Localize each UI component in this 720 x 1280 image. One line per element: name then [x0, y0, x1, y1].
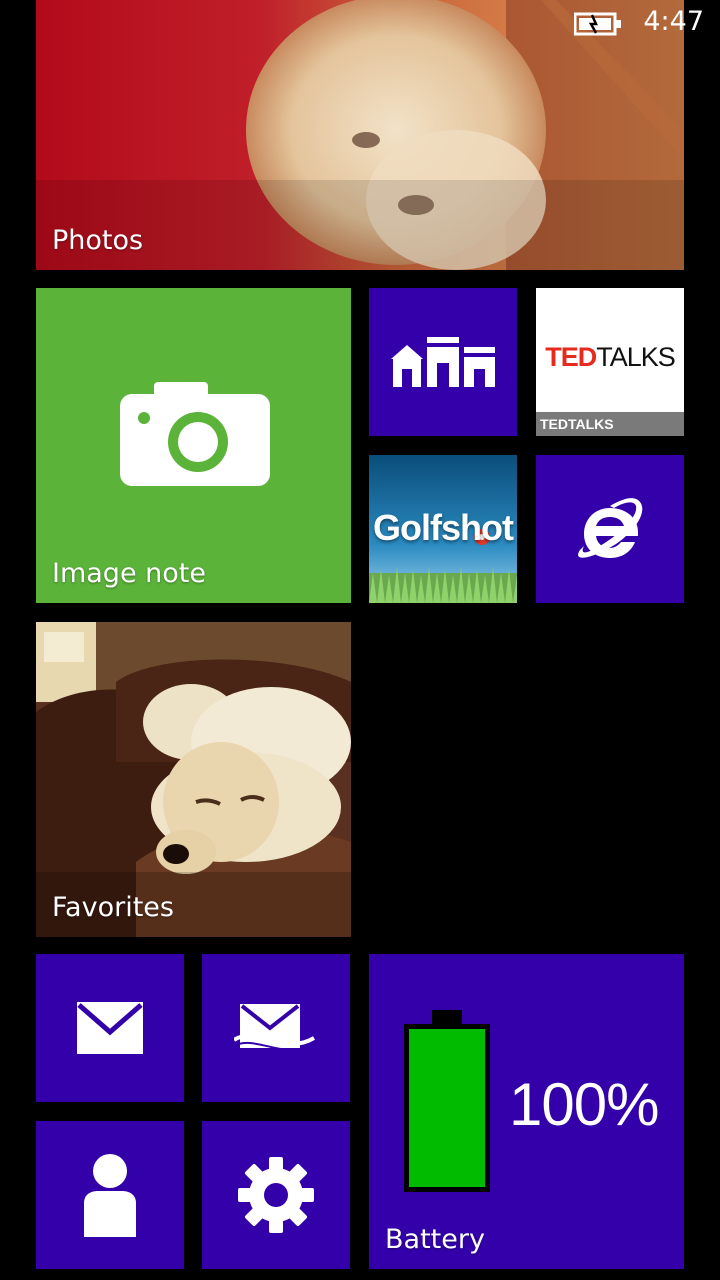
internet-explorer-tile[interactable] — [536, 455, 684, 603]
battery-percent: 100% — [509, 1071, 659, 1138]
golfshot-tile[interactable]: Golfshot — [369, 455, 517, 603]
tedtalks-logo: TEDTALKS — [545, 342, 676, 372]
camera-icon — [120, 382, 270, 486]
photos-label: Photos — [52, 225, 144, 256]
image-note-tile[interactable]: Image note — [36, 288, 351, 603]
battery-charging-icon — [574, 12, 622, 36]
settings-tile[interactable] — [202, 1121, 350, 1269]
store-tile[interactable] — [369, 288, 517, 436]
gear-icon — [202, 1121, 350, 1269]
favorites-image — [36, 622, 351, 937]
favorites-tile[interactable]: Favorites — [36, 622, 351, 937]
outlook-tile[interactable] — [202, 954, 350, 1102]
tedtalks-label: TEDTALKS — [536, 412, 684, 436]
battery-level-fill — [409, 1029, 485, 1187]
status-bar: 4:47 — [0, 0, 720, 48]
battery-label: Battery — [385, 1224, 485, 1255]
people-tile[interactable] — [36, 1121, 184, 1269]
battery-tile[interactable]: 100% Battery — [369, 954, 684, 1269]
tedtalks-tile[interactable]: TEDTALKS TEDTALKS — [536, 288, 684, 436]
outlook-icon — [202, 954, 350, 1102]
battery-gauge — [402, 1010, 492, 1194]
person-icon — [36, 1121, 184, 1269]
favorites-label: Favorites — [52, 892, 174, 923]
image-note-label: Image note — [52, 558, 206, 589]
mail-tile[interactable] — [36, 954, 184, 1102]
status-time: 4:47 — [643, 6, 704, 37]
golfshot-logo: Golfshot — [373, 507, 514, 548]
store-icon — [369, 288, 517, 436]
internet-explorer-icon — [536, 455, 684, 603]
mail-icon — [36, 954, 184, 1102]
